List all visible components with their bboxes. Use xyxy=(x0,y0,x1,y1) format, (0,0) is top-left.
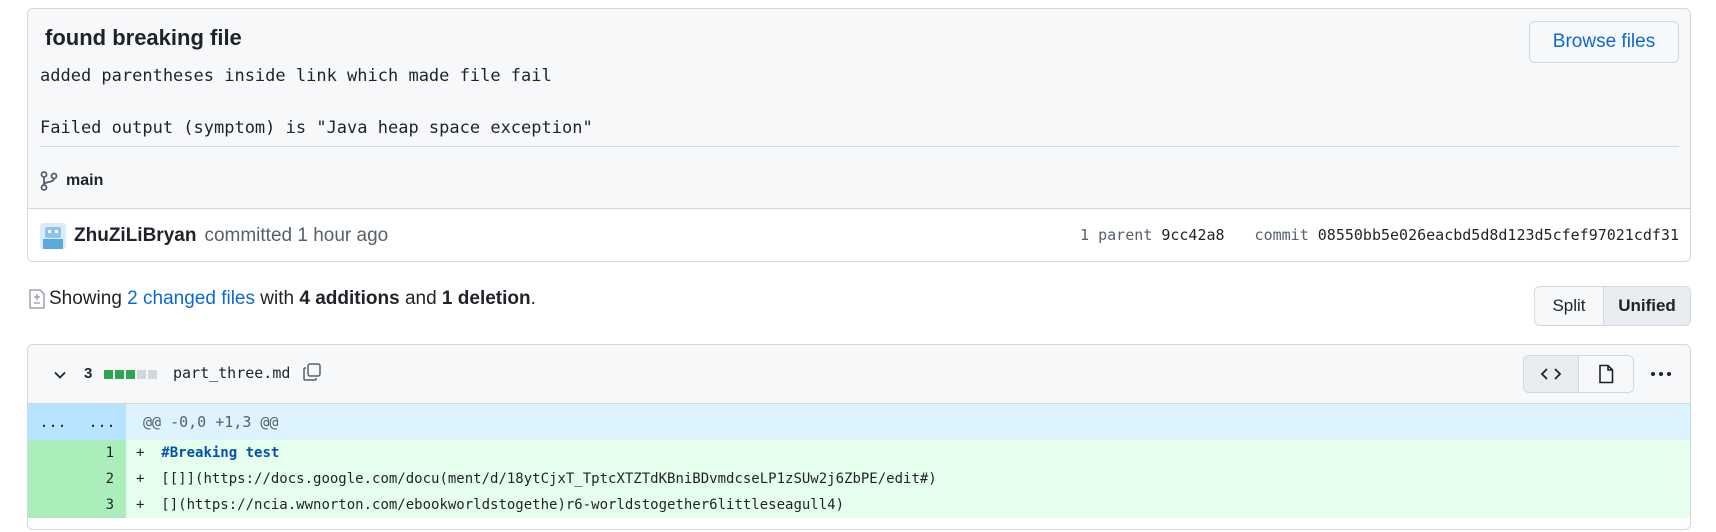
git-branch-icon xyxy=(40,171,58,191)
hunk-expand-left[interactable]: ... xyxy=(28,404,78,440)
diff-line: 2 + [[]](https://docs.google.com/docu(me… xyxy=(28,466,1690,492)
commit-title: found breaking file xyxy=(45,25,242,50)
file-name-link[interactable]: part_three.md xyxy=(173,364,290,382)
diff-summary: Showing 2 changed files with 4 additions… xyxy=(27,288,536,310)
browse-files-button[interactable]: Browse files xyxy=(1529,21,1679,63)
additions-count: 4 additions xyxy=(299,288,400,309)
hunk-header-row: ... ... @@ -0,0 +1,3 @@ xyxy=(28,404,1690,440)
line-sign: + xyxy=(136,471,145,487)
line-code: + #Breaking test xyxy=(126,440,1690,466)
split-view-button[interactable]: Split xyxy=(1535,287,1604,325)
chevron-down-icon[interactable] xyxy=(52,367,68,383)
diffstat-block-add xyxy=(115,370,124,379)
commit-label: commit xyxy=(1254,226,1309,244)
parent-sha-link[interactable]: 9cc42a8 xyxy=(1161,226,1224,244)
diff-line: 3 + [](https://ncia.wwnorton.com/ebookwo… xyxy=(28,492,1690,518)
file-diff-icon xyxy=(29,289,45,309)
diffstat-block-add xyxy=(126,370,135,379)
line-sign: + xyxy=(136,445,145,461)
markdown-heading: #Breaking test xyxy=(161,445,280,461)
parent-info: 1 parent 9cc42a8 xyxy=(1080,226,1225,244)
line-code: + [[]](https://docs.google.com/docu(ment… xyxy=(126,466,1690,492)
code-icon xyxy=(1540,368,1562,380)
hunk-expand-right[interactable]: ... xyxy=(78,404,126,440)
author-name-link[interactable]: ZhuZiLiBryan xyxy=(74,225,196,247)
divider xyxy=(40,146,1679,147)
branch-indicator[interactable]: main xyxy=(40,171,103,191)
commit-meta: 1 parent 9cc42a8 commit 08550bb5e026eacb… xyxy=(1080,226,1679,244)
commit-sha: 08550bb5e026eacbd5d8d123d5cfef97021cdf31 xyxy=(1317,226,1679,244)
file-diff: 3 part_three.md ... ... @@ -0,0 +1,3 @@ … xyxy=(27,344,1691,530)
file-header: 3 part_three.md xyxy=(28,345,1690,404)
summary-period: . xyxy=(530,288,536,309)
copy-icon[interactable] xyxy=(302,362,322,382)
file-view-toggle xyxy=(1523,355,1634,393)
diffstat-block-neutral xyxy=(148,370,157,379)
summary-with: with xyxy=(260,288,295,309)
avatar[interactable] xyxy=(40,223,66,249)
summary-and: and xyxy=(404,288,437,309)
line-number[interactable]: 2 xyxy=(28,466,126,492)
commit-footer: ZhuZiLiBryan committed 1 hour ago 1 pare… xyxy=(28,209,1690,261)
parent-label: 1 parent xyxy=(1080,226,1153,244)
branch-name: main xyxy=(66,172,104,189)
change-count: 3 xyxy=(84,365,93,382)
diff-line: 1 + #Breaking test xyxy=(28,440,1690,466)
line-number[interactable]: 1 xyxy=(28,440,126,466)
commit-box: found breaking file added parentheses in… xyxy=(27,8,1691,262)
rich-diff-button[interactable] xyxy=(1579,356,1633,392)
file-icon xyxy=(1599,364,1614,384)
line-text: [](https://ncia.wwnorton.com/ebookworlds… xyxy=(161,497,845,513)
line-code: + [](https://ncia.wwnorton.com/ebookworl… xyxy=(126,492,1690,518)
summary-showing: Showing xyxy=(49,288,122,309)
commit-message: added parentheses inside link which made… xyxy=(40,66,593,138)
line-sign: + xyxy=(136,497,145,513)
deletions-count: 1 deletion xyxy=(441,288,531,309)
kebab-horizontal-icon[interactable] xyxy=(1650,365,1672,383)
author-info: ZhuZiLiBryan committed 1 hour ago xyxy=(40,223,388,249)
hunk-header: @@ -0,0 +1,3 @@ xyxy=(143,413,279,431)
diffstat-bar xyxy=(104,370,157,379)
committed-time: committed 1 hour ago xyxy=(204,225,389,246)
line-text: [[]](https://docs.google.com/docu(ment/d… xyxy=(161,471,937,487)
diffstat-block-neutral xyxy=(137,370,146,379)
changed-files-link[interactable]: 2 changed files xyxy=(127,288,255,310)
line-number[interactable]: 3 xyxy=(28,492,126,518)
source-diff-button[interactable] xyxy=(1524,356,1579,392)
diffstat-block-add xyxy=(104,370,113,379)
unified-view-button[interactable]: Unified xyxy=(1604,287,1690,325)
commit-header: found breaking file added parentheses in… xyxy=(28,9,1690,209)
commit-info: commit 08550bb5e026eacbd5d8d123d5cfef970… xyxy=(1255,226,1679,244)
diff-view-toggle: Split Unified xyxy=(1534,286,1691,326)
